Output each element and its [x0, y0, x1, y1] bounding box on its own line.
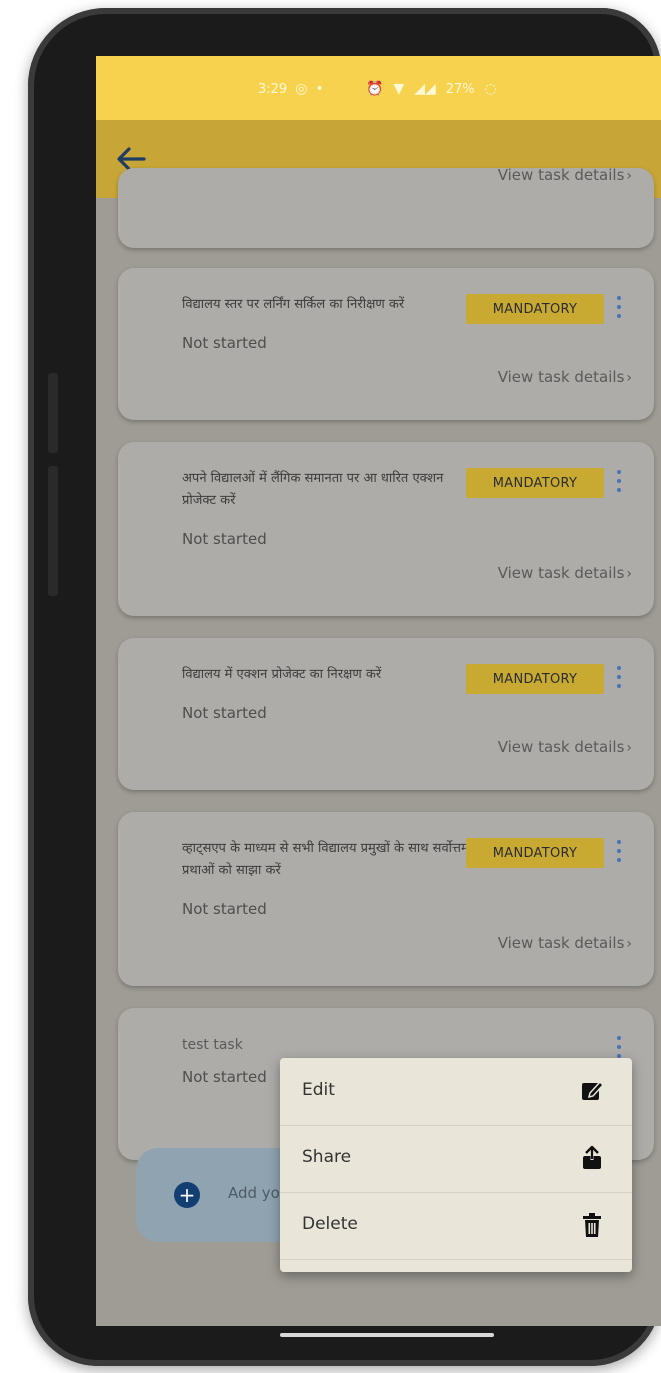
- task-options-menu: Edit Share Delete: [280, 1058, 632, 1272]
- mandatory-badge: MANDATORY: [466, 468, 604, 498]
- menu-item-edit[interactable]: Edit: [280, 1058, 632, 1126]
- dot-icon: •: [315, 81, 324, 97]
- battery-icon: ◌: [484, 81, 497, 97]
- task-card: अपने विद्यालओं में लैंगिक समानता पर आ धा…: [118, 442, 654, 616]
- more-options-icon[interactable]: [614, 470, 624, 498]
- status-time: 3:29: [258, 81, 288, 97]
- mandatory-badge: MANDATORY: [466, 838, 604, 868]
- wifi-icon: ▼: [393, 81, 405, 97]
- status-bar: 3:29 ◎ • ⏰ ▼ ◢◢ 27% ◌: [96, 56, 661, 120]
- more-options-icon[interactable]: [614, 840, 624, 868]
- task-status: Not started: [182, 530, 267, 548]
- home-indicator[interactable]: [280, 1333, 494, 1337]
- task-card: विद्यालय स्तर पर लर्निंग सर्किल का निरीक…: [118, 268, 654, 420]
- task-card: विद्यालय में एक्शन प्रोजेक्ट का निरक्षण …: [118, 638, 654, 790]
- task-title: व्हाट्सएप के माध्यम से सभी विद्यालय प्रम…: [182, 841, 469, 878]
- volume-button: [48, 373, 58, 453]
- task-status: Not started: [182, 334, 267, 352]
- battery-percent: 27%: [445, 81, 475, 97]
- more-options-icon[interactable]: [614, 666, 624, 694]
- mandatory-badge: MANDATORY: [466, 664, 604, 694]
- more-options-icon[interactable]: [614, 296, 624, 324]
- menu-item-share[interactable]: Share: [280, 1125, 632, 1193]
- view-task-details-link[interactable]: View task details ›: [498, 166, 632, 184]
- edit-icon: [582, 1080, 604, 1100]
- signal-icon: ◢◢: [414, 81, 436, 97]
- view-task-details-link[interactable]: View task details ›: [498, 368, 632, 386]
- task-title: विद्यालय में एक्शन प्रोजेक्ट का निरक्षण …: [182, 667, 382, 682]
- task-status: Not started: [182, 704, 267, 722]
- menu-item-label: Share: [302, 1147, 352, 1167]
- task-status: Not started: [182, 1068, 267, 1086]
- task-card: व्हाट्सएप के माध्यम से सभी विद्यालय प्रम…: [118, 812, 654, 986]
- phone-frame: 3:29 ◎ • ⏰ ▼ ◢◢ 27% ◌ View task details ›: [28, 8, 661, 1366]
- task-title: विद्यालय स्तर पर लर्निंग सर्किल का निरीक…: [182, 297, 405, 312]
- task-title: test task: [182, 1037, 243, 1053]
- share-icon: [583, 1145, 601, 1169]
- task-title: अपने विद्यालओं में लैंगिक समानता पर आ धा…: [182, 471, 444, 508]
- menu-item-delete[interactable]: Delete: [280, 1192, 632, 1260]
- add-icon: +: [174, 1182, 200, 1208]
- alarm-icon: ⏰: [366, 81, 384, 97]
- task-status: Not started: [182, 900, 267, 918]
- power-button: [48, 466, 58, 596]
- menu-item-label: Edit: [302, 1080, 335, 1100]
- whatsapp-icon: ◎: [295, 81, 308, 97]
- delete-icon: [583, 1213, 601, 1237]
- menu-item-label: Delete: [302, 1214, 358, 1234]
- mandatory-badge: MANDATORY: [466, 294, 604, 324]
- task-card: View task details ›: [118, 166, 654, 248]
- view-task-details-link[interactable]: View task details ›: [498, 738, 632, 756]
- view-task-details-link[interactable]: View task details ›: [498, 934, 632, 952]
- view-task-details-link[interactable]: View task details ›: [498, 564, 632, 582]
